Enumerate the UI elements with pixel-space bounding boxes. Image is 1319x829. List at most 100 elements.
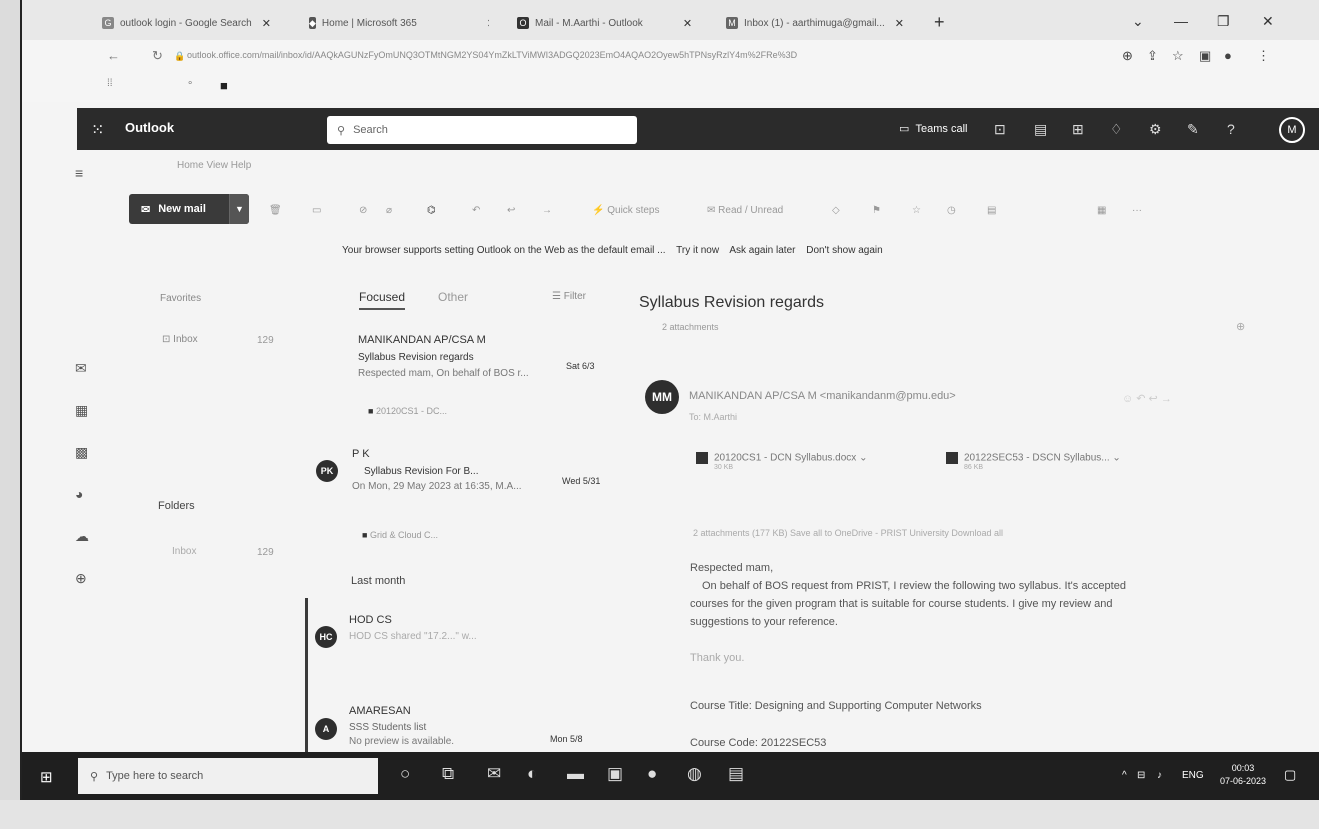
powerpoint-icon[interactable]: ◕ <box>75 486 83 502</box>
edge-icon[interactable]: ◐ <box>527 764 537 784</box>
quick-steps-button[interactable]: ⚡ Quick steps <box>592 205 659 216</box>
infobar-dont-link[interactable]: Don't show again <box>806 245 882 256</box>
report-icon[interactable]: ⊘ <box>359 205 367 216</box>
excel-icon[interactable]: ▩ <box>75 444 88 461</box>
opera-icon[interactable]: ◍ <box>687 764 702 784</box>
list-item[interactable]: AMARESAN SSS Students list No preview is… <box>349 705 454 747</box>
list-item[interactable]: MANIKANDAN AP/CSA M Syllabus Revision re… <box>358 334 529 379</box>
reload-icon[interactable]: ↻ <box>152 48 163 64</box>
tab-close-icon[interactable]: ✕ <box>487 17 489 30</box>
sidebar-icon[interactable]: ▣ <box>1199 48 1211 64</box>
windows-start-icon[interactable]: ⊞ <box>40 768 53 786</box>
browser-menu-icon[interactable]: ⋮ <box>1257 48 1270 64</box>
attachment-chip[interactable]: ■ 20120CS1 - DC... <box>368 406 447 416</box>
mail-search-input[interactable]: ⚲ Search <box>327 116 637 144</box>
language-indicator[interactable]: ENG <box>1182 770 1204 781</box>
system-clock[interactable]: 00:03 07-06-2023 <box>1220 762 1266 788</box>
firefox-icon[interactable]: ● <box>647 764 657 784</box>
bookmark-star-icon[interactable]: ☆ <box>1172 48 1184 64</box>
browser-tab-google[interactable]: G outlook login - Google Search ✕ <box>102 10 302 36</box>
list-item[interactable]: P K Syllabus Revision For B... On Mon, 2… <box>352 448 522 492</box>
more-options-icon[interactable]: ··· <box>1132 205 1142 216</box>
url-field[interactable]: outlook.office.com/mail/inbox/id/AAQkAGU… <box>187 50 1067 60</box>
store-icon[interactable]: ▣ <box>607 764 623 784</box>
teams-call-button[interactable]: ▭ Teams call <box>899 122 967 135</box>
ribbon-tabs[interactable]: Home View Help <box>177 160 251 171</box>
inbox-folder[interactable]: ⊡ Inbox <box>162 334 198 345</box>
favorites-heading[interactable]: Favorites <box>160 293 201 304</box>
my-day-icon[interactable]: ▤ <box>1034 121 1047 138</box>
filter-button[interactable]: ☰ Filter <box>552 291 586 302</box>
archive-icon[interactable]: ▭ <box>312 205 321 216</box>
whats-new-icon[interactable]: ✎ <box>1187 121 1199 138</box>
browser-tab-m365[interactable]: ◆ Home | Microsoft 365 ✕ <box>309 10 489 36</box>
flag-icon[interactable]: ⚑ <box>872 205 881 216</box>
read-unread-button[interactable]: ✉ Read / Unread <box>707 205 783 216</box>
sender-address[interactable]: MANIKANDAN AP/CSA M <manikandanm@pmu.edu… <box>689 390 956 402</box>
reply-all-icon[interactable]: ↩ <box>507 205 515 216</box>
immersive-reader-icon[interactable]: ▦ <box>1097 205 1106 216</box>
chevron-down-icon[interactable]: ▼ <box>229 194 249 224</box>
close-window-icon[interactable]: ✕ <box>1262 13 1274 30</box>
attachment-chip[interactable]: ■ Grid & Cloud C... <box>362 530 438 540</box>
tab-close-icon[interactable]: ✕ <box>262 17 271 30</box>
network-icon[interactable]: ⊟ <box>1137 770 1145 781</box>
task-view-icon[interactable]: ⧉ <box>442 764 454 784</box>
list-item[interactable]: HOD CS HOD CS shared "17.2..." w... <box>349 614 477 642</box>
photos-icon[interactable]: ▤ <box>728 764 744 784</box>
sender-avatar[interactable]: MM <box>645 380 679 414</box>
move-icon[interactable]: ⌬ <box>427 205 436 216</box>
forward-icon[interactable]: → <box>542 205 552 216</box>
mail-app-icon[interactable]: ✉ <box>487 764 501 784</box>
restore-icon[interactable]: ❐ <box>1217 13 1230 30</box>
cortana-icon[interactable]: ○ <box>400 764 410 784</box>
gear-icon[interactable]: ⚙ <box>1149 121 1162 138</box>
onedrive-icon[interactable]: ☁ <box>75 528 89 545</box>
tray-chevron-icon[interactable]: ^ <box>1122 770 1127 781</box>
tab-close-icon[interactable]: ✕ <box>895 17 904 30</box>
chat-icon[interactable]: ⊡ <box>994 121 1006 138</box>
inbox-folder-2[interactable]: Inbox <box>172 546 196 557</box>
snooze-icon[interactable]: ◷ <box>947 205 956 216</box>
new-tab-icon[interactable]: + <box>934 12 945 33</box>
notification-icon[interactable]: ▢ <box>1284 767 1296 783</box>
youtube-icon[interactable]: ■ <box>220 78 228 93</box>
attachment-card[interactable]: 20122SEC53 - DSCN Syllabus... ⌄ 86 KB <box>946 452 1121 471</box>
tab-search-icon[interactable]: ⌄ <box>1132 13 1144 30</box>
file-explorer-icon[interactable]: ▬ <box>567 764 584 784</box>
outlook-brand[interactable]: Outlook <box>125 120 174 135</box>
sweep-icon[interactable]: ⌀ <box>386 205 392 216</box>
browser-tab-gmail[interactable]: M Inbox (1) - aarthimuga@gmail... ✕ <box>726 10 926 36</box>
tab-close-icon[interactable]: ✕ <box>683 17 692 30</box>
collapse-pane-icon[interactable]: ≡ <box>75 165 83 181</box>
reply-actions-icon[interactable]: ☺ ↶ ↩ → <box>1122 392 1172 405</box>
attachment-card[interactable]: 20120CS1 - DCN Syllabus.docx ⌄ 30 KB <box>696 452 867 471</box>
infobar-try-link[interactable]: Try it now <box>676 245 719 256</box>
zoom-icon[interactable]: ⊕ <box>1236 320 1245 333</box>
tab-other[interactable]: Other <box>438 290 468 304</box>
delete-icon[interactable]: 🗑 <box>269 205 282 216</box>
pin-icon[interactable]: ☆ <box>912 205 921 216</box>
more-apps-icon[interactable]: ⊕ <box>75 570 87 587</box>
app-launcher-icon[interactable]: ⁙ <box>91 120 104 140</box>
back-icon[interactable]: ← <box>107 48 120 63</box>
help-icon[interactable]: ? <box>1227 121 1235 137</box>
infobar-ask-link[interactable]: Ask again later <box>729 245 795 256</box>
lock-icon[interactable]: 🔒 <box>174 51 185 62</box>
new-mail-button[interactable]: ✉ New mail ▼ <box>129 194 249 224</box>
apps-icon[interactable]: ⁞⁞ <box>107 78 113 89</box>
minimize-icon[interactable]: — <box>1174 13 1188 29</box>
attachments-count[interactable]: 2 attachments <box>662 322 719 332</box>
taskbar-search-input[interactable]: ⚲ Type here to search <box>78 758 378 794</box>
reply-icon[interactable]: ↶ <box>472 205 480 216</box>
word-icon[interactable]: ▦ <box>75 402 88 419</box>
folders-heading[interactable]: Folders <box>158 500 195 512</box>
profile-icon[interactable]: ● <box>1224 48 1232 63</box>
teams-icon[interactable]: ⊞ <box>1072 121 1084 138</box>
bookmark-icon[interactable]: ∘ <box>187 78 193 89</box>
translate-icon[interactable]: ⊕ <box>1122 48 1133 64</box>
browser-tab-outlook[interactable]: O Mail - M.Aarthi - Outlook ✕ <box>517 10 722 36</box>
account-avatar[interactable]: M <box>1279 117 1305 143</box>
mail-icon[interactable]: ✉ <box>75 360 87 377</box>
attachment-actions[interactable]: 2 attachments (177 KB) Save all to OneDr… <box>693 528 1003 538</box>
